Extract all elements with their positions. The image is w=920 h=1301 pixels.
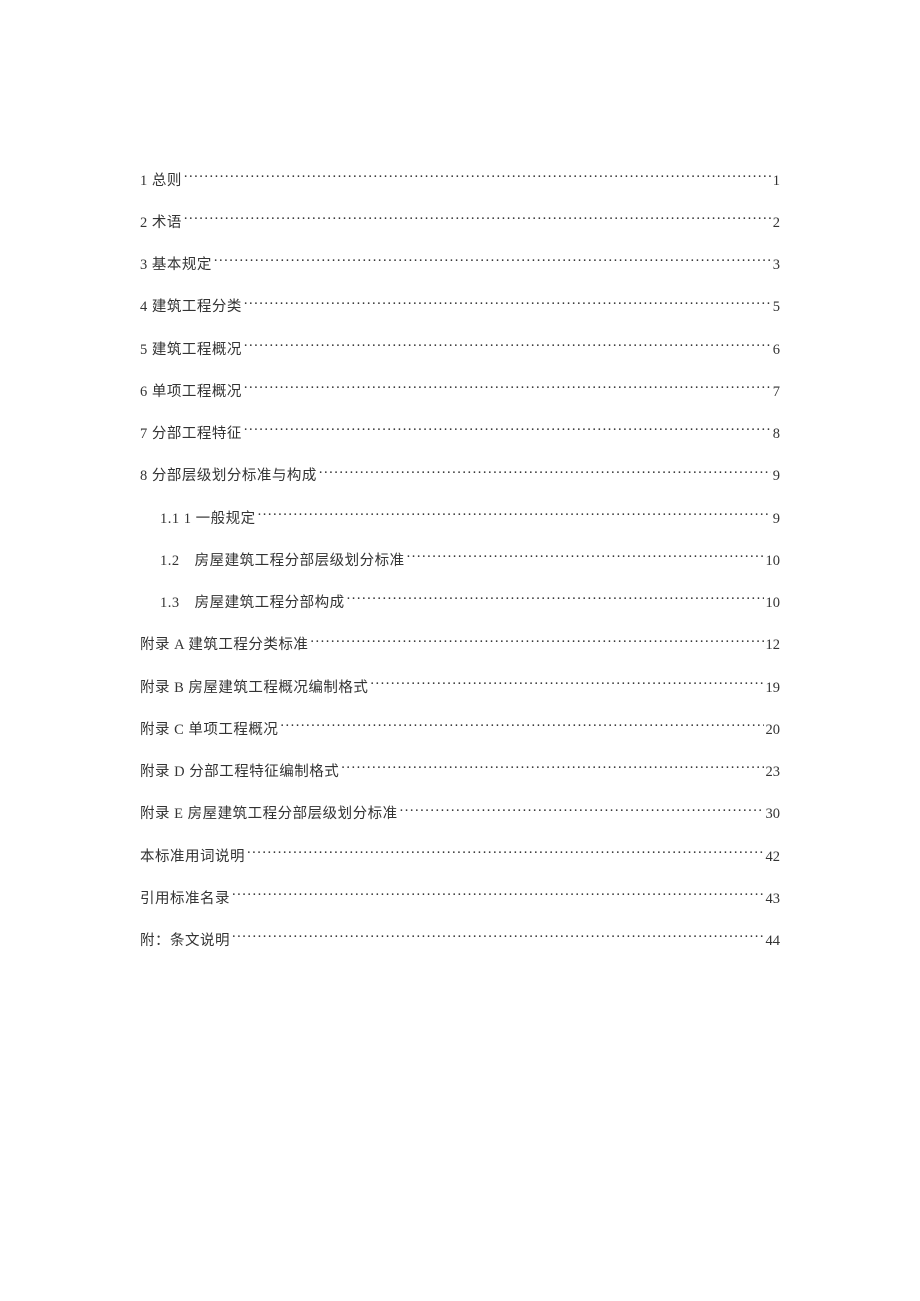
toc-entry-page: 2	[773, 213, 780, 235]
toc-leader-dots	[232, 888, 764, 903]
toc-entry: 附录 A 建筑工程分类标准 12	[140, 635, 780, 657]
toc-leader-dots	[341, 762, 763, 777]
toc-entry-page: 19	[766, 678, 781, 700]
toc-entry: 附录 C 单项工程概况 20	[140, 719, 780, 741]
toc-entry-title: 本标准用词说明	[140, 847, 245, 869]
toc-entry-title: 8 分部层级划分标准与构成	[140, 466, 317, 488]
toc-leader-dots	[370, 677, 763, 692]
toc-entry-title: 1.2 房屋建筑工程分部层级划分标准	[160, 551, 405, 573]
toc-entry-page: 1	[773, 171, 780, 193]
toc-entry-title: 附：条文说明	[140, 931, 230, 953]
toc-entry: 4 建筑工程分类 5	[140, 297, 780, 319]
toc-entry: 附录 E 房屋建筑工程分部层级划分标准 30	[140, 804, 780, 826]
toc-leader-dots	[319, 466, 771, 481]
toc-entry-title: 7 分部工程特征	[140, 424, 242, 446]
toc-entry-page: 30	[766, 804, 781, 826]
toc-leader-dots	[244, 381, 771, 396]
toc-entry: 附：条文说明 44	[140, 931, 780, 953]
toc-entry-page: 7	[773, 382, 780, 404]
toc-leader-dots	[244, 297, 771, 312]
toc-entry-page: 42	[766, 847, 781, 869]
toc-entry: 6 单项工程概况 7	[140, 381, 780, 403]
toc-entry: 附录 B 房屋建筑工程概况编制格式 19	[140, 677, 780, 699]
toc-leader-dots	[184, 212, 771, 227]
toc-entry: 1 总则 1	[140, 170, 780, 192]
toc-entry: 5 建筑工程概况 6	[140, 339, 780, 361]
toc-entry-title: 6 单项工程概况	[140, 382, 242, 404]
toc-leader-dots	[310, 635, 763, 650]
toc-leader-dots	[214, 255, 771, 270]
toc-entry-title: 3 基本规定	[140, 255, 212, 277]
toc-entry: 1.2 房屋建筑工程分部层级划分标准 10	[140, 550, 780, 572]
toc-leader-dots	[407, 550, 764, 565]
toc-entry: 2 术语 2	[140, 212, 780, 234]
toc-entry-title: 5 建筑工程概况	[140, 340, 242, 362]
toc-entry-page: 9	[773, 466, 780, 488]
toc-entry-page: 10	[766, 593, 781, 615]
toc-leader-dots	[347, 593, 764, 608]
toc-entry-page: 9	[773, 509, 780, 531]
toc-leader-dots	[184, 170, 771, 185]
toc-entry-page: 20	[766, 720, 781, 742]
toc-leader-dots	[247, 846, 764, 861]
toc-entry-page: 12	[766, 635, 781, 657]
toc-entry: 8 分部层级划分标准与构成 9	[140, 466, 780, 488]
toc-entry-title: 1 总则	[140, 171, 182, 193]
toc-entry-page: 10	[766, 551, 781, 573]
toc-entry-title: 4 建筑工程分类	[140, 297, 242, 319]
table-of-contents: 1 总则 1 2 术语 2 3 基本规定 3 4 建筑工程分类 5 5 建筑工程概况 6 6 单项工…	[140, 170, 780, 953]
toc-leader-dots	[244, 339, 771, 354]
toc-entry: 7 分部工程特征 8	[140, 424, 780, 446]
toc-entry-title: 2 术语	[140, 213, 182, 235]
toc-leader-dots	[400, 804, 764, 819]
toc-entry-title: 附录 E 房屋建筑工程分部层级划分标准	[140, 804, 398, 826]
toc-entry-title: 附录 C 单项工程概况	[140, 720, 278, 742]
toc-entry-page: 5	[773, 297, 780, 319]
toc-entry-page: 3	[773, 255, 780, 277]
toc-entry-title: 附录 A 建筑工程分类标准	[140, 635, 308, 657]
toc-leader-dots	[244, 424, 771, 439]
toc-entry-title: 附录 D 分部工程特征编制格式	[140, 762, 339, 784]
toc-entry-page: 8	[773, 424, 780, 446]
toc-entry-page: 43	[766, 889, 781, 911]
toc-entry: 附录 D 分部工程特征编制格式 23	[140, 762, 780, 784]
toc-entry: 本标准用词说明 42	[140, 846, 780, 868]
toc-entry: 1.1 1 一般规定 9	[140, 508, 780, 530]
toc-leader-dots	[232, 931, 764, 946]
toc-entry-page: 6	[773, 340, 780, 362]
toc-leader-dots	[280, 719, 763, 734]
toc-entry-title: 附录 B 房屋建筑工程概况编制格式	[140, 678, 368, 700]
toc-leader-dots	[258, 508, 771, 523]
toc-entry-title: 引用标准名录	[140, 889, 230, 911]
toc-entry: 引用标准名录 43	[140, 888, 780, 910]
toc-entry: 1.3 房屋建筑工程分部构成 10	[140, 593, 780, 615]
toc-entry: 3 基本规定 3	[140, 255, 780, 277]
toc-entry-title: 1.3 房屋建筑工程分部构成	[160, 593, 345, 615]
toc-entry-title: 1.1 1 一般规定	[160, 509, 256, 531]
toc-entry-page: 44	[766, 931, 781, 953]
toc-entry-page: 23	[766, 762, 781, 784]
